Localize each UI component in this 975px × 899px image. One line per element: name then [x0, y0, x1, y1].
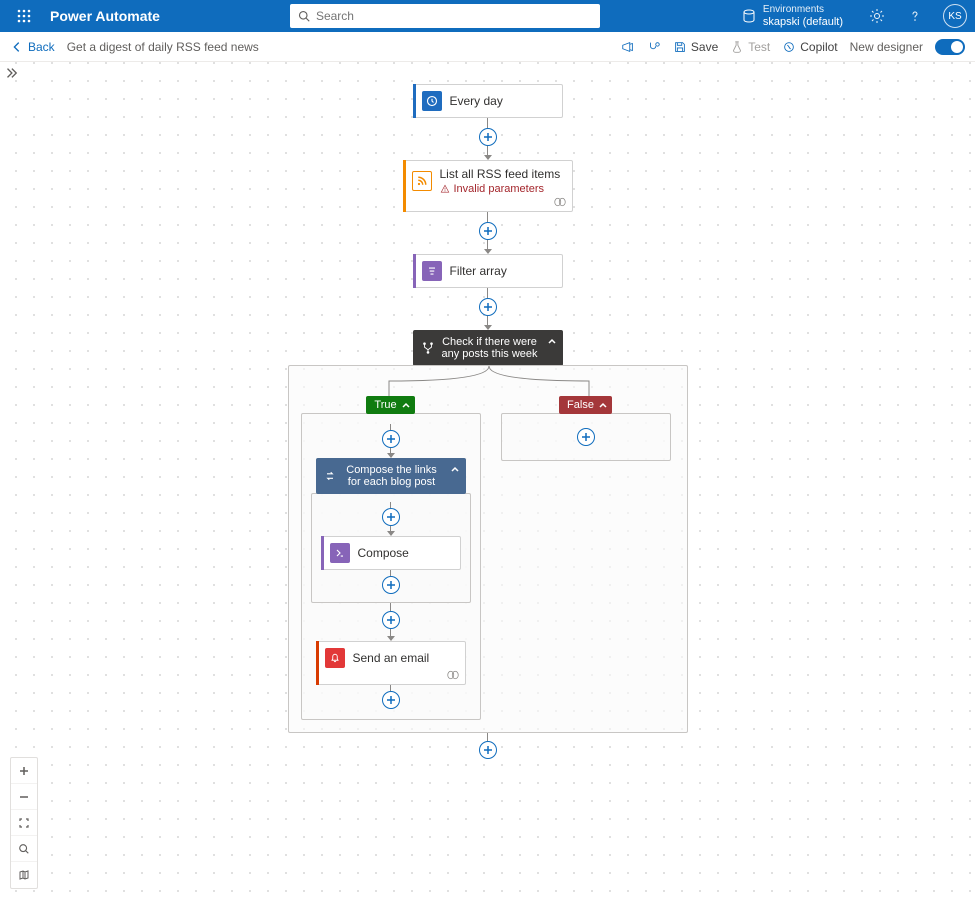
add-action-button[interactable] — [479, 298, 497, 316]
zoom-out-button[interactable] — [11, 784, 37, 810]
new-designer-toggle-label: New designer — [850, 40, 923, 54]
connection-badge-icon — [447, 670, 459, 680]
false-branch-container — [501, 413, 671, 461]
add-action-button[interactable] — [479, 128, 497, 146]
node-label: Compose — [358, 546, 409, 560]
foreach-container: Compose — [311, 493, 471, 603]
minimap-button[interactable] — [11, 862, 37, 888]
health-button[interactable] — [647, 40, 661, 54]
branch-true-header[interactable]: True — [366, 396, 414, 414]
user-avatar[interactable]: KS — [943, 4, 967, 28]
app-header: Power Automate Environments skapski (def… — [0, 0, 975, 32]
warning-icon — [440, 184, 450, 194]
node-label: Filter array — [450, 264, 507, 278]
help-button[interactable] — [901, 2, 929, 30]
add-action-button[interactable] — [479, 741, 497, 759]
node-error: Invalid parameters — [440, 183, 561, 195]
add-action-button[interactable] — [382, 508, 400, 526]
node-label: Send an email — [353, 651, 430, 665]
rss-icon — [412, 171, 432, 191]
node-foreach[interactable]: Compose the links for each blog post — [316, 458, 466, 494]
test-button[interactable]: Test — [730, 40, 770, 54]
chevron-up-icon — [547, 336, 557, 346]
flask-icon — [730, 40, 744, 54]
flow-title: Get a digest of daily RSS feed news — [67, 40, 259, 54]
feedback-button[interactable] — [621, 40, 635, 54]
add-action-button[interactable] — [382, 691, 400, 709]
new-designer-toggle[interactable] — [935, 39, 965, 55]
chevron-up-icon — [401, 400, 411, 410]
environment-picker[interactable]: Environments skapski (default) — [741, 4, 843, 28]
chevron-up-icon — [598, 400, 608, 410]
compose-icon — [330, 543, 350, 563]
help-icon — [907, 8, 923, 24]
branch-icon — [421, 341, 435, 355]
node-label: Compose the links for each blog post — [342, 464, 442, 488]
search-icon — [298, 10, 310, 22]
database-icon — [741, 8, 757, 24]
stethoscope-icon — [647, 40, 661, 54]
arrow-left-icon — [10, 40, 24, 54]
zoom-in-button[interactable] — [11, 758, 37, 784]
app-name: Power Automate — [50, 8, 160, 24]
fit-button[interactable] — [11, 810, 37, 836]
chevron-up-icon — [450, 464, 460, 474]
plus-icon — [18, 765, 30, 777]
node-label: Every day — [450, 94, 503, 108]
save-icon — [673, 40, 687, 54]
command-bar: Back Get a digest of daily RSS feed news… — [0, 32, 975, 62]
add-action-button[interactable] — [382, 611, 400, 629]
search-canvas-button[interactable] — [11, 836, 37, 862]
copilot-button[interactable]: Copilot — [782, 40, 837, 54]
designer-canvas[interactable]: Every day List all RSS feed items Invali… — [0, 62, 975, 899]
environment-label: Environments — [763, 4, 843, 16]
branch-false-header[interactable]: False — [559, 396, 612, 414]
fit-icon — [18, 817, 30, 829]
node-email[interactable]: Send an email — [316, 641, 466, 685]
search-box[interactable] — [290, 4, 600, 28]
condition-container: True Compose the links for each blog pos… — [288, 365, 688, 733]
save-button[interactable]: Save — [673, 40, 718, 54]
add-action-button[interactable] — [382, 576, 400, 594]
node-condition[interactable]: Check if there were any posts this week — [413, 330, 563, 366]
minus-icon — [18, 791, 30, 803]
search-icon — [18, 843, 30, 855]
zoom-controls — [10, 757, 38, 889]
megaphone-icon — [621, 40, 635, 54]
connection-badge-icon — [554, 197, 566, 207]
gear-icon — [869, 8, 885, 24]
true-branch-container: Compose the links for each blog post Com… — [301, 413, 481, 720]
search-input[interactable] — [316, 9, 592, 23]
environment-name: skapski (default) — [763, 16, 843, 28]
node-compose[interactable]: Compose — [321, 536, 461, 570]
node-label: List all RSS feed items — [440, 167, 561, 181]
waffle-menu[interactable] — [8, 0, 40, 32]
back-button[interactable]: Back — [10, 40, 55, 54]
copilot-icon — [782, 40, 796, 54]
bell-icon — [325, 648, 345, 668]
node-rss[interactable]: List all RSS feed items Invalid paramete… — [403, 160, 573, 212]
settings-button[interactable] — [863, 2, 891, 30]
add-action-button[interactable] — [479, 222, 497, 240]
add-action-button[interactable] — [382, 430, 400, 448]
node-filter[interactable]: Filter array — [413, 254, 563, 288]
loop-icon — [324, 470, 336, 482]
add-action-button[interactable] — [577, 428, 595, 446]
filter-icon — [422, 261, 442, 281]
node-label: Check if there were any posts this week — [441, 336, 539, 360]
map-icon — [18, 869, 30, 881]
branch-connectors — [289, 366, 687, 396]
node-recurrence[interactable]: Every day — [413, 84, 563, 118]
clock-icon — [422, 91, 442, 111]
